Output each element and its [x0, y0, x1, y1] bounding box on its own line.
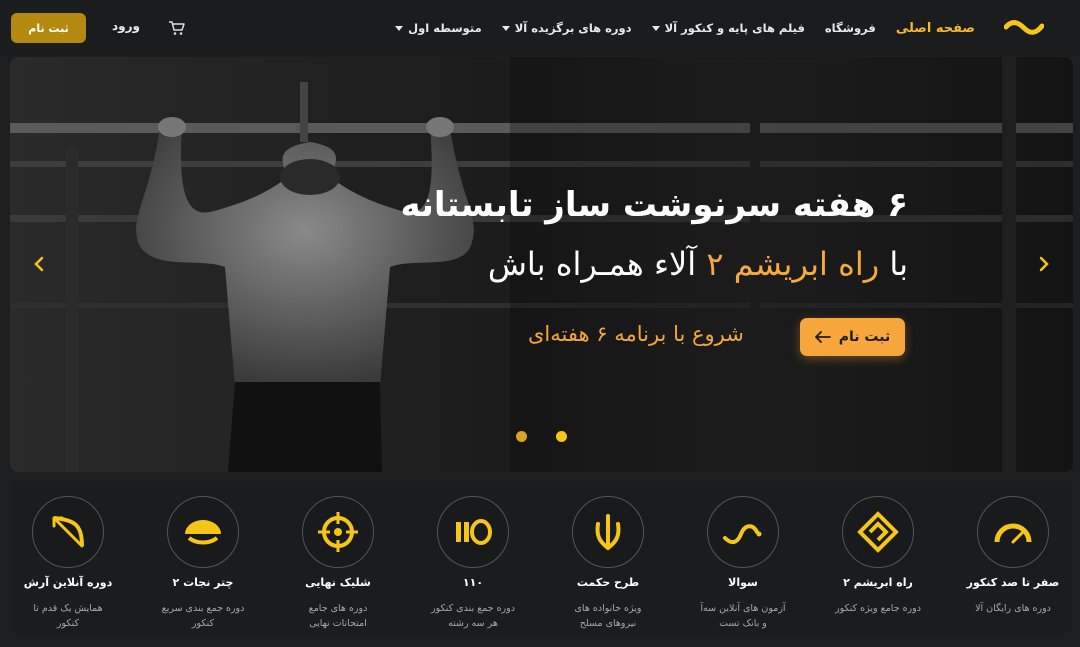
arrow-left-icon — [814, 331, 831, 343]
hero-slider: ۶ هفته سرنوشت ساز تابستانه با راه ابریشم… — [10, 57, 1073, 472]
next-slide-icon[interactable] — [1037, 255, 1051, 273]
menu-item-middle-school[interactable]: متوسطه اول — [395, 21, 482, 35]
chevron-down-icon — [651, 25, 660, 31]
menu-item-featured-courses[interactable]: دوره های برگزیده آلا — [501, 21, 632, 35]
main-menu: صفحه اصلی فروشگاه فیلم های پایه و کنکور … — [395, 0, 975, 56]
chevron-down-icon — [395, 25, 404, 31]
slide-dot-1[interactable] — [516, 431, 527, 442]
course-card[interactable]: شلیک نهایی دوره های جامع امتحانات نهایی — [273, 496, 403, 631]
wave-icon — [723, 524, 762, 545]
course-card[interactable]: راه ابریشم ۲ دوره جامع ویژه کنکور — [813, 496, 943, 616]
register-button[interactable]: ثبت نام — [11, 13, 86, 43]
alaa-logo-icon[interactable] — [1004, 18, 1044, 38]
chevron-down-icon — [501, 25, 510, 31]
menu-item-shop[interactable]: فروشگاه — [825, 21, 876, 35]
login-link[interactable]: ورود — [112, 19, 140, 33]
hero-register-button[interactable]: ثبت نام — [800, 318, 905, 356]
hero-accent-text: راه ابریشم ۲ — [706, 245, 880, 283]
parachute-icon — [185, 520, 221, 545]
silk-road-icon — [857, 511, 899, 553]
prev-slide-icon[interactable] — [32, 255, 46, 273]
hero-program-text: شروع با برنامه ۶ هفته‌ای — [528, 322, 744, 346]
bow-arrow-icon — [52, 516, 84, 548]
course-card[interactable]: سوالا آزمون های آنلاین سه‌آ و بانک تست — [678, 496, 808, 631]
hands-icon — [595, 514, 621, 551]
cart-icon[interactable] — [168, 20, 186, 36]
hero-subheadline: با راه ابریشم ۲ آلاء همـراه باش — [487, 245, 908, 283]
menu-item-home[interactable]: صفحه اصلی — [896, 21, 975, 36]
top-navbar: صفحه اصلی فروشگاه فیلم های پایه و کنکور … — [0, 0, 1080, 56]
course-card[interactable]: چتر نجات ۲ دوره جمع بندی سریع کنکور — [138, 496, 268, 631]
course-cards: صفر تا صد کنکور دوره های رایگان آلا راه … — [10, 482, 1073, 634]
hero-headline: ۶ هفته سرنوشت ساز تابستانه — [400, 185, 908, 225]
slide-dot-2[interactable] — [556, 431, 567, 442]
110-icon — [456, 519, 492, 545]
course-card[interactable]: صفر تا صد کنکور دوره های رایگان آلا — [948, 496, 1078, 616]
course-card[interactable]: ۱۱۰ دوره جمع بندی کنکور هر سه رشته — [408, 496, 538, 631]
speedometer-icon — [994, 523, 1032, 544]
course-card[interactable]: دوره آنلاین آرش همایش یک قدم تا کنکور — [3, 496, 133, 631]
menu-item-videos[interactable]: فیلم های پایه و کنکور آلا — [651, 21, 805, 35]
course-card[interactable]: طرح حکمت ویژه خانواده های نیروهای مسلح — [543, 496, 673, 631]
target-icon — [318, 512, 358, 552]
